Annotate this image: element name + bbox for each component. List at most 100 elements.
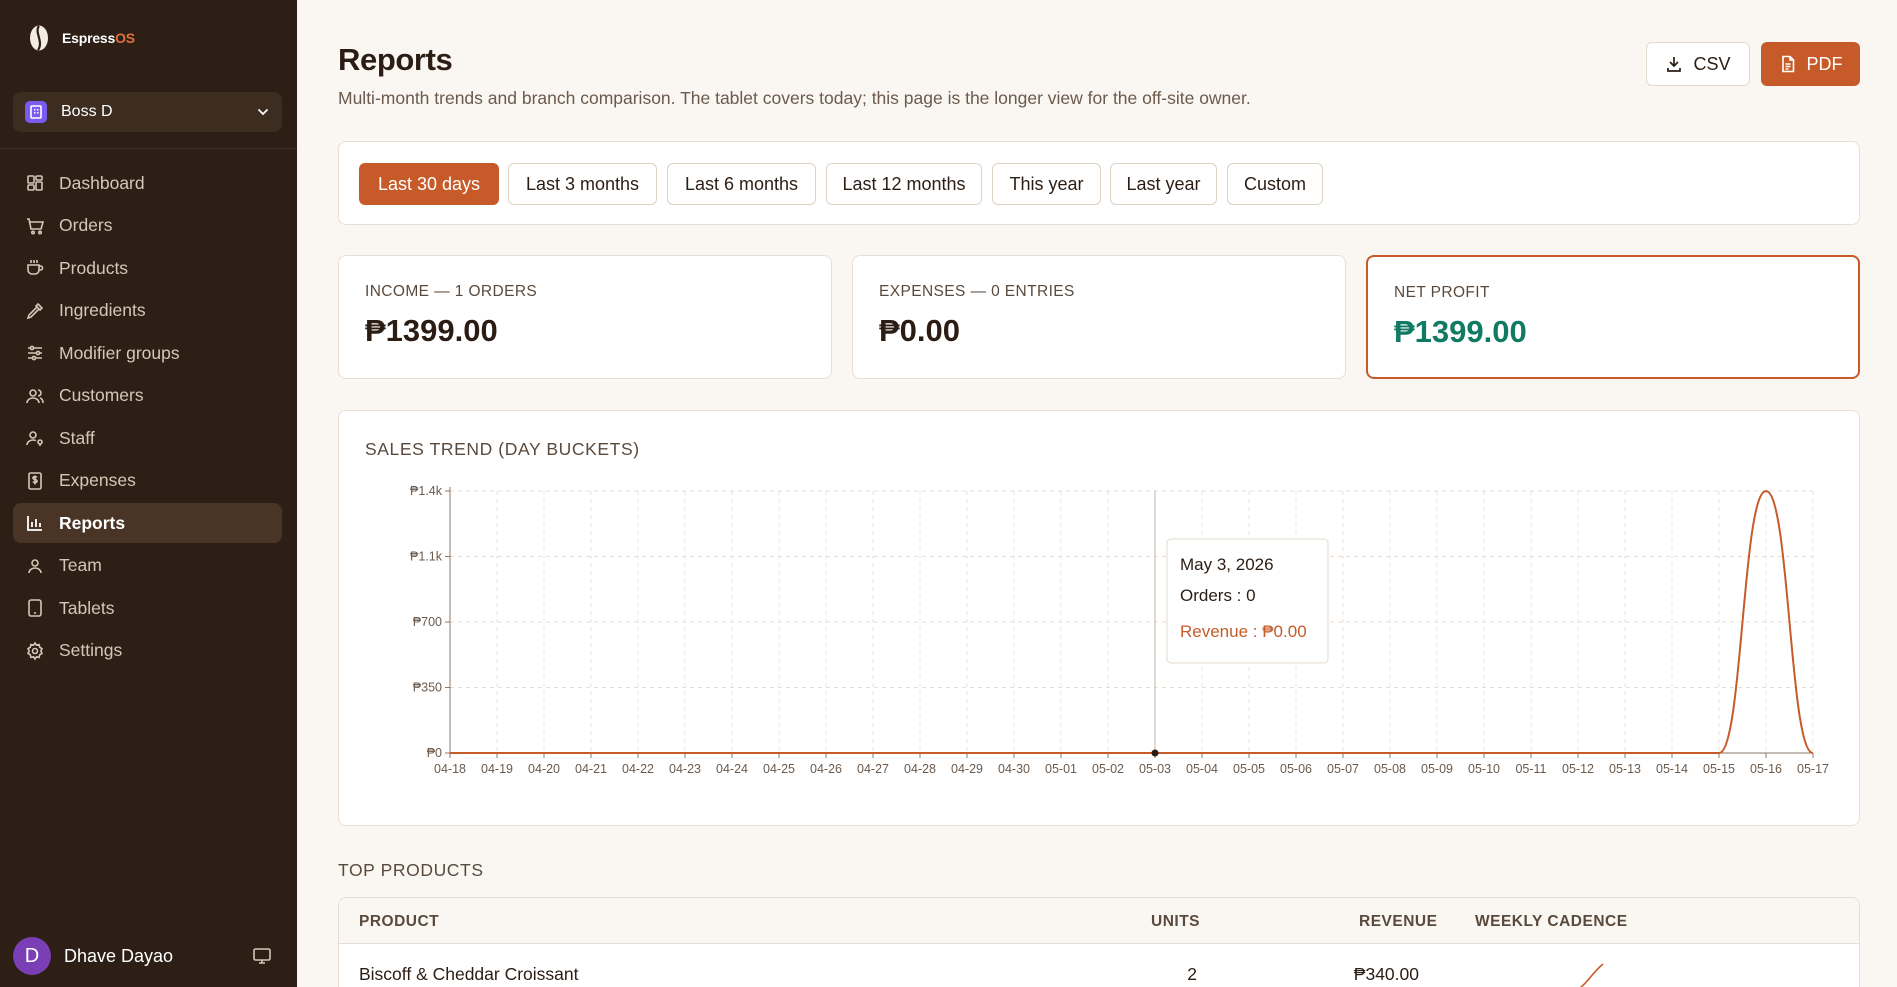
receipt-icon (28, 471, 42, 490)
range-last-6-months[interactable]: Last 6 months (667, 163, 816, 205)
sidebar-item-modifier-groups[interactable]: Modifier groups (13, 333, 282, 373)
sidebar-item-customers[interactable]: Customers (13, 376, 282, 416)
x-tick-label: 05-10 (1468, 762, 1500, 776)
net-profit-card: NET PROFIT ₱1399.00 (1366, 255, 1860, 379)
x-tick-label: 05-08 (1374, 762, 1406, 776)
page-title: Reports (338, 42, 453, 77)
sidebar-item-dashboard[interactable]: Dashboard (13, 163, 282, 203)
tooltip-revenue: Revenue : ₱0.00 (1180, 622, 1307, 641)
sidebar-item-label: Staff (59, 427, 95, 448)
range-last-12-months[interactable]: Last 12 months (826, 163, 982, 205)
x-tick-label: 04-29 (951, 762, 983, 776)
range-this-year[interactable]: This year (992, 163, 1101, 205)
x-tick-label: 05-14 (1656, 762, 1688, 776)
table-header: PRODUCT UNITS REVENUE WEEKLY CADENCE (339, 898, 1859, 944)
sidebar-item-label: Reports (59, 512, 126, 533)
sidebar-item-label: Ingredients (59, 300, 146, 320)
pipette-icon (26, 302, 44, 319)
range-last-year[interactable]: Last year (1110, 163, 1217, 205)
sliders-icon (28, 345, 42, 361)
sidebar-item-label: Modifier groups (59, 342, 180, 363)
x-tick-label: 05-06 (1280, 762, 1312, 776)
table-row[interactable]: Biscoff & Cheddar Croissant 2 ₱340.00 (339, 944, 1859, 987)
avatar: D (13, 937, 51, 975)
chart-tooltip: May 3, 2026 Orders : 0 Revenue : ₱0.00 (1166, 538, 1329, 664)
x-tick-label: 04-25 (763, 762, 795, 776)
expenses-card: EXPENSES — 0 ENTRIES ₱0.00 (852, 255, 1346, 379)
expenses-value: ₱0.00 (879, 313, 961, 348)
x-tick-label: 05-15 (1703, 762, 1735, 776)
dashboard-icon (27, 175, 43, 191)
x-tick-label: 05-01 (1045, 762, 1077, 776)
sidebar-nav: Dashboard Orders Products Ingredients Mo… (13, 163, 282, 673)
pdf-label: PDF (1806, 53, 1843, 74)
income-card: INCOME — 1 ORDERS ₱1399.00 (338, 255, 832, 379)
x-tick-label: 04-18 (434, 762, 466, 776)
sales-trend-card: SALES TREND (DAY BUCKETS) ₱0 ₱350 ₱700 ₱1.1… (338, 410, 1860, 826)
team-icon (28, 558, 42, 573)
x-tick-label: 04-27 (857, 762, 889, 776)
x-tick-label: 05-17 (1797, 762, 1829, 776)
x-tick-label: 05-04 (1186, 762, 1218, 776)
sales-trend-chart[interactable]: ₱0 ₱350 ₱700 ₱1.1k ₱1.4k 04-18 04-19 04-20 04-21… (339, 411, 1861, 827)
x-tick-label: 05-07 (1327, 762, 1359, 776)
brand[interactable]: EspressOS (28, 24, 135, 52)
top-products-title: TOP PRODUCTS (338, 860, 484, 880)
income-value: ₱1399.00 (365, 313, 498, 348)
bar-chart-icon (27, 516, 42, 531)
sidebar-item-label: Products (59, 257, 129, 278)
x-tick-label: 04-28 (904, 762, 936, 776)
x-tick-label: 04-21 (575, 762, 607, 776)
income-label: INCOME — 1 ORDERS (365, 283, 538, 300)
column-weekly-cadence: WEEKLY CADENCE (1475, 913, 1628, 930)
net-profit-label: NET PROFIT (1394, 284, 1490, 301)
sidebar-item-products[interactable]: Products (13, 248, 282, 288)
sidebar: EspressOS Boss D Dashboard Orders Produc… (0, 0, 297, 987)
x-tick-label: 05-11 (1515, 762, 1546, 776)
y-tick-label: ₱350 (413, 681, 442, 695)
range-last-3-months[interactable]: Last 3 months (508, 163, 657, 205)
csv-label: CSV (1693, 53, 1731, 74)
csv-export-button[interactable]: CSV (1646, 42, 1750, 86)
weekly-cadence-sparkline (1579, 963, 1604, 987)
sidebar-item-label: Orders (59, 215, 113, 235)
x-tick-label: 05-03 (1139, 762, 1171, 776)
monitor-icon[interactable] (252, 946, 272, 966)
range-custom[interactable]: Custom (1227, 163, 1323, 205)
column-product[interactable]: PRODUCT (359, 913, 439, 931)
expenses-label: EXPENSES — 0 ENTRIES (879, 283, 1075, 300)
sidebar-item-settings[interactable]: Settings (13, 631, 282, 671)
x-tick-label: 05-02 (1092, 762, 1124, 776)
building-icon (25, 101, 47, 123)
x-tick-label: 05-09 (1421, 762, 1453, 776)
data-point[interactable] (1151, 749, 1159, 757)
product-revenue: ₱340.00 (1353, 964, 1419, 984)
net-profit-value: ₱1399.00 (1394, 314, 1527, 349)
sidebar-item-tablets[interactable]: Tablets (13, 588, 282, 628)
sidebar-item-expenses[interactable]: Expenses (13, 461, 282, 501)
user-key-icon (26, 431, 43, 446)
pdf-export-button[interactable]: PDF (1761, 42, 1860, 86)
x-tick-label: 05-12 (1562, 762, 1594, 776)
product-units: 2 (1187, 964, 1197, 984)
chevron-down-icon (258, 109, 268, 116)
sidebar-item-orders[interactable]: Orders (13, 206, 282, 246)
user-name: Dhave Dayao (64, 945, 174, 966)
sidebar-item-team[interactable]: Team (13, 546, 282, 586)
sidebar-item-staff[interactable]: Staff (13, 418, 282, 458)
column-revenue[interactable]: REVENUE (1359, 913, 1437, 931)
tooltip-date: May 3, 2026 (1180, 555, 1274, 574)
sidebar-item-label: Expenses (59, 470, 136, 490)
user-profile[interactable]: D Dhave Dayao (13, 936, 282, 976)
x-tick-label: 04-20 (528, 762, 560, 776)
y-tick-label: ₱700 (413, 615, 442, 629)
sidebar-item-ingredients[interactable]: Ingredients (13, 291, 282, 331)
column-units[interactable]: UNITS (1151, 913, 1200, 931)
users-icon (26, 388, 44, 403)
range-last-30-days[interactable]: Last 30 days (359, 163, 499, 205)
y-tick-label: ₱1.1k (410, 550, 443, 564)
sidebar-item-reports[interactable]: Reports (13, 503, 282, 543)
org-switcher[interactable]: Boss D (13, 92, 282, 132)
sidebar-item-label: Tablets (59, 597, 115, 618)
brand-name: EspressOS (62, 30, 135, 46)
